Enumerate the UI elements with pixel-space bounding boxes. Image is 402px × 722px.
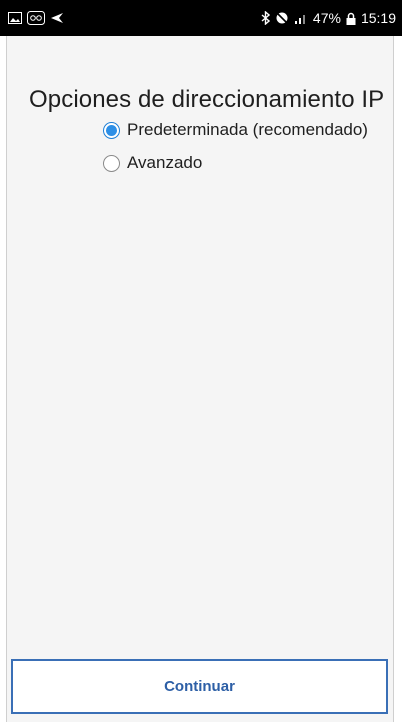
continue-button[interactable]: Continuar (11, 659, 388, 714)
signal-icon (294, 12, 308, 24)
radio-unselected-icon[interactable] (103, 154, 120, 172)
battery-percent: 47% (312, 10, 341, 26)
bluetooth-icon (261, 11, 270, 25)
status-time: 15:19 (360, 10, 396, 26)
mute-icon (275, 11, 289, 25)
radio-option-avanzado[interactable]: Avanzado (103, 153, 202, 173)
status-bar: 47% 15:19 (0, 0, 402, 36)
radio-option-label: Avanzado (127, 153, 203, 172)
status-bar-left (8, 11, 64, 25)
radio-selected-icon[interactable] (103, 121, 120, 139)
app-screen: Opciones de direccionamiento IP Predeter… (6, 36, 394, 722)
gallery-icon (8, 12, 22, 24)
radio-option-label: Predeterminada (recomendado) (127, 120, 368, 139)
status-bar-right: 47% 15:19 (261, 11, 396, 25)
page-title: Opciones de direccionamiento IP (29, 86, 385, 113)
radio-option-predeterminada[interactable]: Predeterminada (recomendado) (103, 120, 368, 140)
voicemail-icon (27, 11, 45, 25)
send-icon (50, 12, 64, 24)
lock-icon (346, 12, 356, 25)
